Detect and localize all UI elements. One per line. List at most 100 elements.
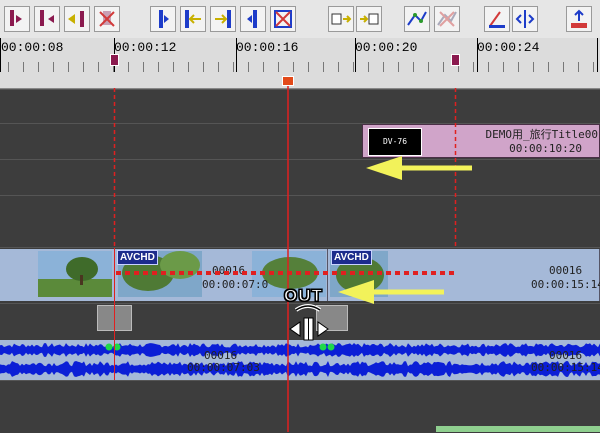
ruler-major-tick [597,38,598,72]
track-empty-1 [0,89,600,124]
ruler-minor-tick [98,62,99,72]
ruler-minor-tick [248,62,249,72]
set-out-marker-button[interactable] [34,6,60,32]
timeline-ruler[interactable]: 00:00:08 00:00:12 00:00:16 00:00:20 00:0… [0,38,600,89]
out-marker[interactable] [451,54,460,66]
title-thumbnail: DV-76 [368,128,422,156]
ruler-minor-tick [83,62,84,72]
timecode-label: 00:00:08 [1,40,64,55]
trim-icon [489,11,505,28]
title-clip-name: DEMO用_旅行Title00 [485,128,598,141]
waveform-channel [0,361,600,377]
ruler-minor-tick [188,62,189,72]
ruler-minor-tick [353,62,354,72]
clear-in-out-icon [274,10,292,28]
ruler-minor-tick [143,62,144,72]
ruler-minor-tick [413,62,414,72]
set-in-point-button[interactable] [150,6,176,32]
out-cursor-label: OUT [284,286,323,306]
ruler-minor-tick [278,62,279,72]
ruler-minor-tick [488,62,489,72]
upload-icon [571,9,587,28]
insert-clip-button[interactable] [328,6,354,32]
timecode-label: 00:00:12 [114,40,177,55]
audio-keyframes[interactable] [318,342,338,352]
title-clip-duration: 00:00:10:20 [509,142,582,155]
waveform-channel [0,343,600,357]
track-empty-3 [0,195,600,248]
clip-duration: 00:00:15:14 [531,278,600,291]
playhead-handle[interactable] [282,76,294,86]
ruler-minor-tick [593,62,594,72]
ruler-minor-tick [383,62,384,72]
out-point-icon [247,10,257,28]
out-marker-icon [40,10,54,26]
ruler-minor-tick [503,62,504,72]
ruler-minor-tick [68,62,69,72]
timecode-label: 00:00:16 [236,40,299,55]
ruler-minor-tick [548,62,549,72]
avchd-badge: AVCHD [117,250,158,265]
transition-handle[interactable] [316,305,348,331]
ruler-minor-tick [263,62,264,72]
ruler-minor-tick [53,62,54,72]
effect-track [0,303,600,341]
ruler-minor-tick [473,62,474,72]
in-marker-icon [10,10,22,26]
video-thumbnail [38,251,112,297]
ruler-minor-tick [218,62,219,72]
audio-track[interactable] [0,340,600,380]
timecode-label: 00:00:20 [355,40,418,55]
insert-clip-icon [331,13,352,25]
ruler-minor-tick [578,62,579,72]
split-icon [515,10,535,28]
ruler-minor-tick [368,62,369,72]
ruler-minor-tick [518,62,519,72]
in-point-icon [159,10,169,28]
move-marker-button[interactable] [64,6,90,32]
delete-marker-icon [99,11,115,27]
move-marker-icon [68,11,84,27]
ruler-minor-tick [8,62,9,72]
ruler-minor-tick [38,62,39,72]
go-to-out-button[interactable] [210,6,236,32]
avchd-badge: AVCHD [331,250,372,265]
ruler-minor-tick [338,62,339,72]
delete-marker-button[interactable] [94,6,120,32]
split-clip-button[interactable] [512,6,538,32]
ruler-minor-tick [233,62,234,72]
clip-number: 00016 [549,264,583,277]
transition-handle[interactable] [97,305,132,331]
audio-keyframes[interactable] [104,342,124,352]
trim-in-button[interactable] [484,6,510,32]
ruler-minor-tick [158,62,159,72]
bottom-clip-edge [436,426,600,432]
ruler-minor-tick [203,62,204,72]
audio-clip-duration: 00:00:15:14 [531,361,600,374]
ruler-minor-tick [443,62,444,72]
ruler-minor-tick [173,62,174,72]
audio-clip-duration: 00:00:07:03 [187,361,260,374]
ruler-minor-tick [398,62,399,72]
overwrite-clip-button[interactable] [356,6,382,32]
set-out-point-button[interactable] [240,6,266,32]
clear-in-out-button[interactable] [270,6,296,32]
ruler-minor-tick [293,62,294,72]
go-to-in-button[interactable] [180,6,206,32]
set-in-marker-button[interactable] [4,6,30,32]
go-to-out-icon [215,10,231,28]
in-marker[interactable] [110,54,119,66]
go-to-in-icon [185,10,201,28]
ruler-minor-tick [23,62,24,72]
clip-duration: 00:00:07:0 [202,278,269,291]
clip-number: 00016 [212,264,246,277]
rubber-band-button[interactable] [404,6,430,32]
rubber-band-disabled-button[interactable] [434,6,460,32]
rubber-band-off-icon [437,11,457,27]
track-empty-2 [0,159,600,196]
upload-button[interactable] [566,6,592,32]
rubber-band-icon [407,11,427,26]
ruler-minor-tick [308,62,309,72]
timeline-toolbar [0,0,600,39]
ruler-minor-tick [128,62,129,72]
